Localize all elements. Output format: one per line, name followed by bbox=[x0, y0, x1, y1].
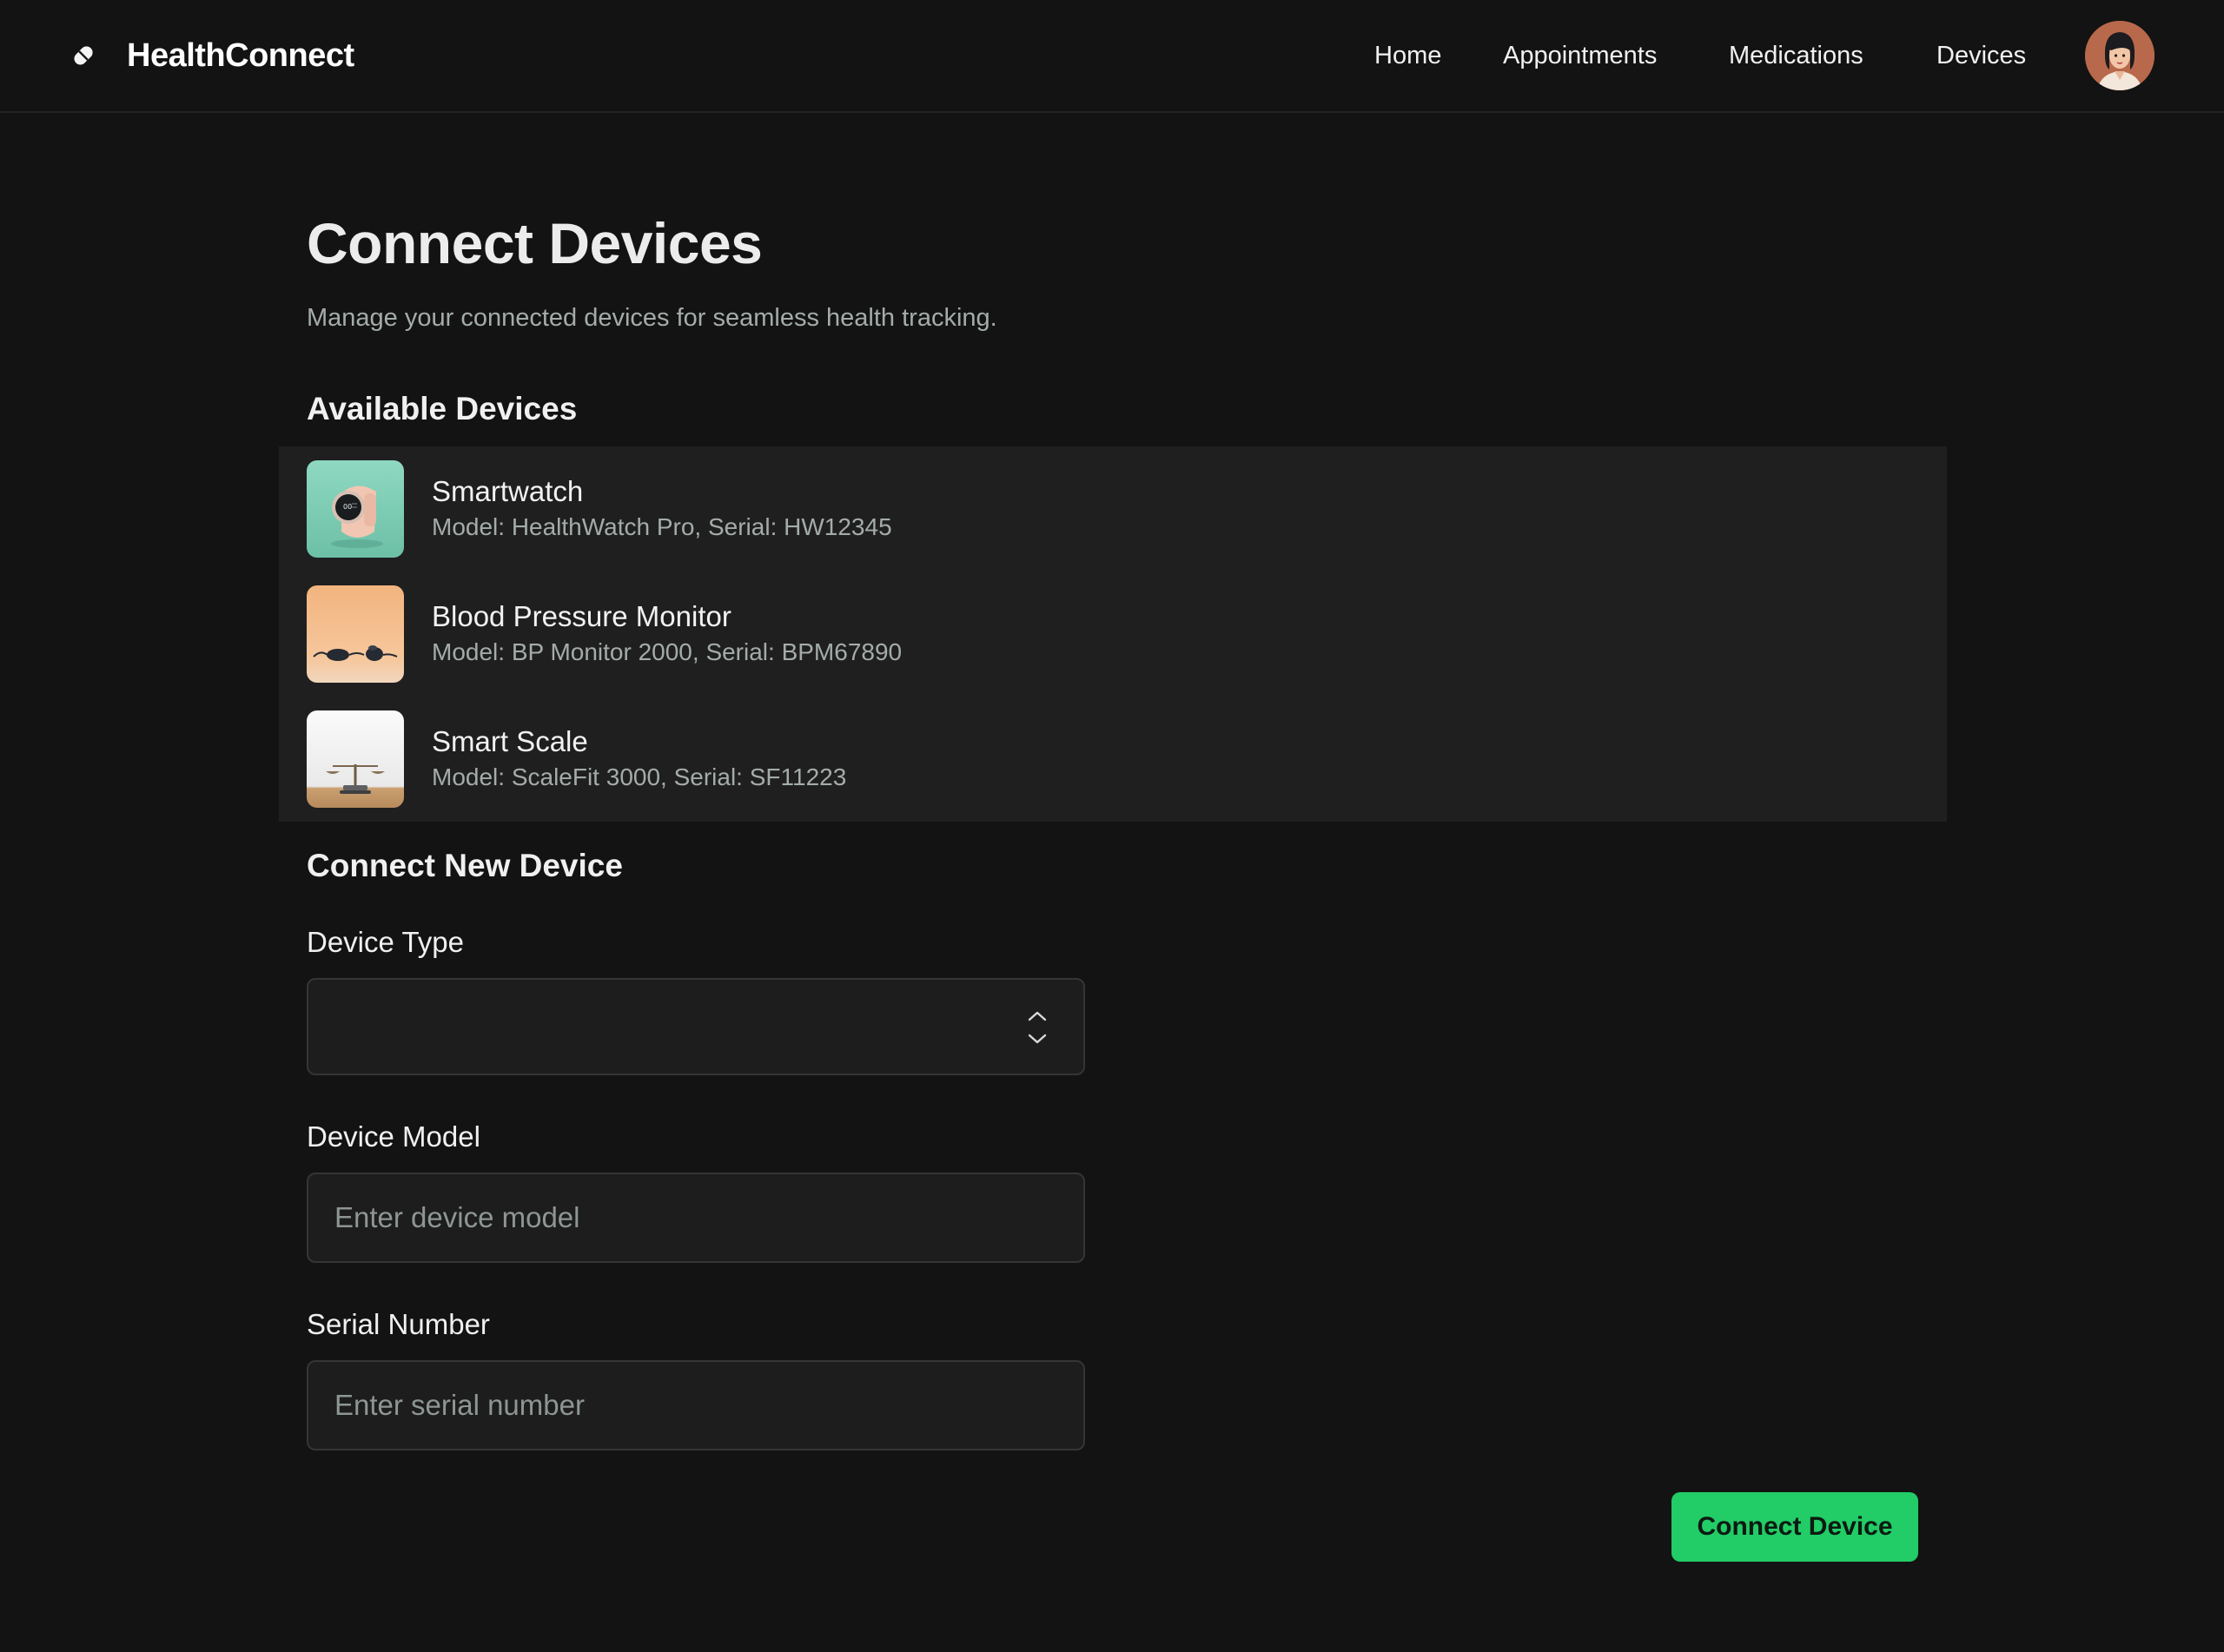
list-item[interactable]: Smart Scale Model: ScaleFit 3000, Serial… bbox=[307, 710, 846, 808]
device-model-input[interactable] bbox=[307, 1173, 1085, 1263]
device-meta: Model: BP Monitor 2000, Serial: BPM67890 bbox=[432, 638, 903, 665]
brand[interactable]: HealthConnect bbox=[70, 0, 354, 111]
top-nav-bar: HealthConnect Home Appointments Medicati… bbox=[0, 0, 2224, 113]
brand-name: HealthConnect bbox=[127, 36, 354, 74]
device-model-label: Device Model bbox=[307, 1120, 480, 1153]
list-item[interactable]: Blood Pressure Monitor Model: BP Monitor… bbox=[307, 585, 902, 683]
device-name: Smart Scale bbox=[432, 725, 588, 757]
page-subtitle: Manage your connected devices for seamle… bbox=[307, 304, 997, 332]
avatar-portrait bbox=[2085, 21, 2154, 90]
page-title: Connect Devices bbox=[307, 211, 763, 275]
connect-new-device-heading: Connect New Device bbox=[307, 848, 623, 883]
svg-text:00: 00 bbox=[343, 503, 352, 511]
user-avatar[interactable] bbox=[2085, 21, 2154, 90]
device-meta: Model: HealthWatch Pro, Serial: HW12345 bbox=[432, 513, 892, 540]
nav-medications[interactable]: Medications bbox=[1729, 42, 1863, 70]
pill-icon bbox=[74, 46, 93, 65]
device-name: Blood Pressure Monitor bbox=[432, 600, 731, 632]
available-devices-heading: Available Devices bbox=[307, 391, 578, 426]
nav-appointments[interactable]: Appointments bbox=[1503, 42, 1657, 70]
device-type-label: Device Type bbox=[307, 926, 464, 958]
nav-home[interactable]: Home bbox=[1374, 42, 1441, 70]
smart-scale-image bbox=[307, 710, 404, 808]
blood-pressure-monitor-image bbox=[307, 585, 404, 683]
connect-device-button[interactable]: Connect Device bbox=[1671, 1492, 1918, 1562]
available-devices-list: 00 Smartwatch Model: HealthWatch Pro, Se… bbox=[279, 446, 1947, 822]
nav-devices[interactable]: Devices bbox=[1936, 42, 2026, 70]
select-chevrons-icon bbox=[1028, 1011, 1047, 1044]
list-item[interactable]: 00 Smartwatch Model: HealthWatch Pro, Se… bbox=[307, 460, 892, 558]
device-meta: Model: ScaleFit 3000, Serial: SF11223 bbox=[432, 763, 847, 790]
serial-number-input[interactable] bbox=[307, 1360, 1085, 1450]
smartwatch-image: 00 bbox=[307, 460, 404, 558]
device-type-select[interactable] bbox=[307, 978, 1085, 1075]
serial-number-label: Serial Number bbox=[307, 1308, 490, 1340]
device-name: Smartwatch bbox=[432, 475, 584, 507]
